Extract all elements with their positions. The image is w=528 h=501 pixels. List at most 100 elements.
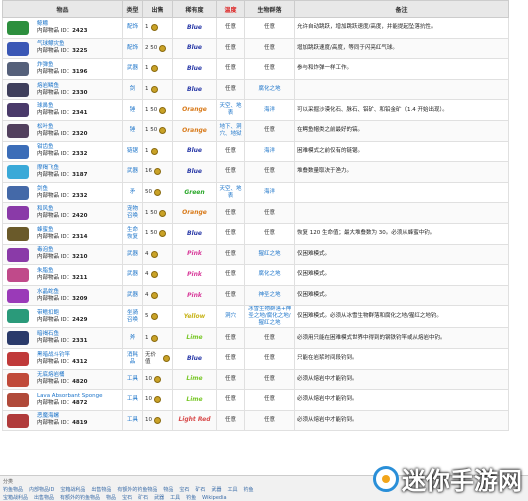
- item-name-link[interactable]: 黑暗战斗钓竿: [37, 352, 120, 359]
- item-id: 内部物品 ID：4819: [37, 420, 120, 427]
- item-name-link[interactable]: Lava Absorbant Sponge: [37, 393, 120, 400]
- notes-cell: 仅困难模式。: [294, 284, 509, 307]
- sell-value: 1: [145, 334, 149, 341]
- footer-category-link[interactable]: 宝箱战利品: [60, 487, 85, 493]
- type-cell: 消耗品: [122, 347, 143, 370]
- notes-cell: [294, 181, 509, 204]
- sell-value: 4: [145, 271, 149, 278]
- coin-icon: [159, 230, 167, 238]
- item-name-link[interactable]: 剑鱼: [37, 186, 120, 193]
- item-icon: [7, 393, 29, 408]
- item-name-link[interactable]: 带鳍扣鲍: [37, 310, 120, 317]
- coin-icon: [150, 271, 158, 279]
- footer-category-link[interactable]: 出售物品: [34, 495, 54, 501]
- item-name-link[interactable]: 炸弹鱼: [37, 62, 120, 69]
- footer-category-link[interactable]: 出售物品: [91, 487, 111, 493]
- rarity-cell: Green: [172, 181, 217, 204]
- rarity-label: Orange: [182, 106, 207, 114]
- footer-category-link[interactable]: 矿石: [138, 495, 148, 501]
- footer-category-link[interactable]: Wikipedia: [202, 495, 226, 501]
- rarity-label: Lime: [186, 395, 203, 403]
- environment-cell: 任意: [244, 409, 295, 432]
- environment-cell: 任意: [244, 17, 295, 39]
- table-header-row: 物品 类型 出售 稀有度 温度 生物群落 备注: [2, 0, 509, 18]
- footer-category-link[interactable]: 武器: [211, 487, 221, 493]
- item-cell: 球鼻鱼 内部物品 ID：2341: [2, 99, 123, 121]
- item-icon: [7, 247, 29, 262]
- table-row: 熔岩鳞鱼 内部物品 ID：2330 剑 1 Blue 任意 腐化之地: [2, 78, 509, 101]
- item-name-link[interactable]: 水晶蛇鱼: [37, 289, 120, 296]
- footer-category-link[interactable]: 内部物品ID: [29, 487, 54, 493]
- rarity-cell: Blue: [172, 347, 217, 370]
- temp-cell: 任意: [216, 222, 245, 245]
- item-cell: 和风鱼 内部物品 ID：2420: [2, 202, 123, 224]
- footer-category-link[interactable]: 宝箱战利品: [3, 495, 28, 501]
- footer-category-link[interactable]: 有额外的钓鱼物品: [60, 495, 100, 501]
- item-id-label: 内部物品 ID：: [37, 420, 73, 427]
- item-id-value: 2330: [72, 89, 88, 96]
- notes-cell: 堆叠数量取决于渔力。: [294, 161, 509, 183]
- item-name-link[interactable]: 鲸鳔: [37, 21, 120, 28]
- item-icon: [7, 62, 29, 77]
- item-id-label: 内部物品 ID：: [37, 68, 73, 75]
- type-cell: 剑: [122, 78, 143, 101]
- item-name-link[interactable]: 熔岩鳞鱼: [37, 83, 120, 90]
- sell-value: 1 50: [145, 127, 158, 134]
- item-cell: 蜂蜜鱼 内部物品 ID：2314: [2, 222, 123, 245]
- rarity-label: Blue: [187, 167, 202, 175]
- coin-icon: [150, 250, 158, 258]
- table-row: 球鼻鱼 内部物品 ID：2341 锤 1 50 Orange 天空、地表 海洋 可以采掘沙漠化…: [2, 99, 509, 121]
- item-icon: [7, 82, 29, 97]
- item-name-link[interactable]: 蜂蜜鱼: [37, 227, 120, 234]
- sell-cell: 1 50: [142, 222, 173, 245]
- item-id-value: 4820: [72, 379, 88, 386]
- environment-cell: 腐化之地: [244, 78, 295, 101]
- sell-value: 4: [145, 250, 149, 257]
- footer-category-link[interactable]: 物品: [106, 495, 116, 501]
- item-id-value: 3209: [72, 295, 88, 302]
- footer-category-link[interactable]: 宝石: [179, 487, 189, 493]
- item-cell: 毒泡鱼 内部物品 ID：3210: [2, 243, 123, 266]
- coin-icon: [159, 209, 167, 217]
- temp-cell: 任意: [216, 327, 245, 349]
- rarity-label: Pink: [187, 291, 202, 299]
- sell-value: 16: [145, 168, 152, 175]
- type-cell: 坐骑召唤: [122, 305, 143, 329]
- footer-category-link[interactable]: 物品: [163, 487, 173, 493]
- notes-cell: 仅困难模式。: [294, 243, 509, 266]
- coin-icon: [163, 355, 170, 363]
- item-id-value: 2423: [72, 27, 88, 34]
- item-id-value: 3210: [72, 254, 88, 261]
- footer-category-link[interactable]: 矿石: [195, 487, 205, 493]
- coin-icon: [150, 313, 158, 321]
- footer-category-link[interactable]: 钓鱼: [243, 487, 253, 493]
- footer-category-link[interactable]: 工具: [227, 487, 237, 493]
- sell-cell: 1: [142, 78, 173, 101]
- coin-icon: [150, 147, 158, 155]
- footer-category-link[interactable]: 宝石: [122, 495, 132, 501]
- temp-cell: 任意: [216, 140, 245, 163]
- item-id-value: 3211: [72, 274, 88, 281]
- footer-category-link[interactable]: 武器: [154, 495, 164, 501]
- rarity-cell: Pink: [172, 243, 217, 266]
- table-row: 带鳍扣鲍 内部物品 ID：2429 坐骑召唤 5 Yellow 洞穴 冰雪生物群落+神圣之地…: [2, 305, 509, 329]
- rarity-label: Lime: [186, 375, 203, 383]
- footer-category-link[interactable]: 有额外的钓鱼物品: [117, 487, 157, 493]
- item-name-link[interactable]: 松叶鱼: [37, 124, 120, 131]
- table-row: 鲸鳔 内部物品 ID：2423 配饰 1 Blue 任意 任意 允许自动跳跃，增加跳跃速度/高…: [2, 17, 509, 39]
- item-id-value: 3196: [72, 68, 88, 75]
- sell-cell: 1: [142, 17, 173, 39]
- item-name-link[interactable]: 摩羯飞鱼: [37, 165, 120, 172]
- item-cell: 带鳍扣鲍 内部物品 ID：2429: [2, 305, 123, 329]
- notes-cell: 允许自动跳跃，增加跳跃速度/高度，并能提起坠落抗性。: [294, 17, 509, 39]
- footer-category-link[interactable]: 钓鱼: [186, 495, 196, 501]
- type-cell: 武器: [122, 161, 143, 183]
- item-id: 内部物品 ID：2429: [37, 317, 120, 324]
- footer-category-link[interactable]: 钓鱼物品: [3, 487, 23, 493]
- table-row: Lava Absorbant Sponge 内部物品 ID：4872 工具 10 Lim…: [2, 389, 509, 411]
- item-cell: 摩羯飞鱼 内部物品 ID：3187: [2, 161, 123, 183]
- sell-value: 4: [145, 292, 149, 299]
- item-name-link[interactable]: 朱脂鱼: [37, 268, 120, 275]
- footer-category-link[interactable]: 工具: [170, 495, 180, 501]
- rarity-cell: Lime: [172, 327, 217, 349]
